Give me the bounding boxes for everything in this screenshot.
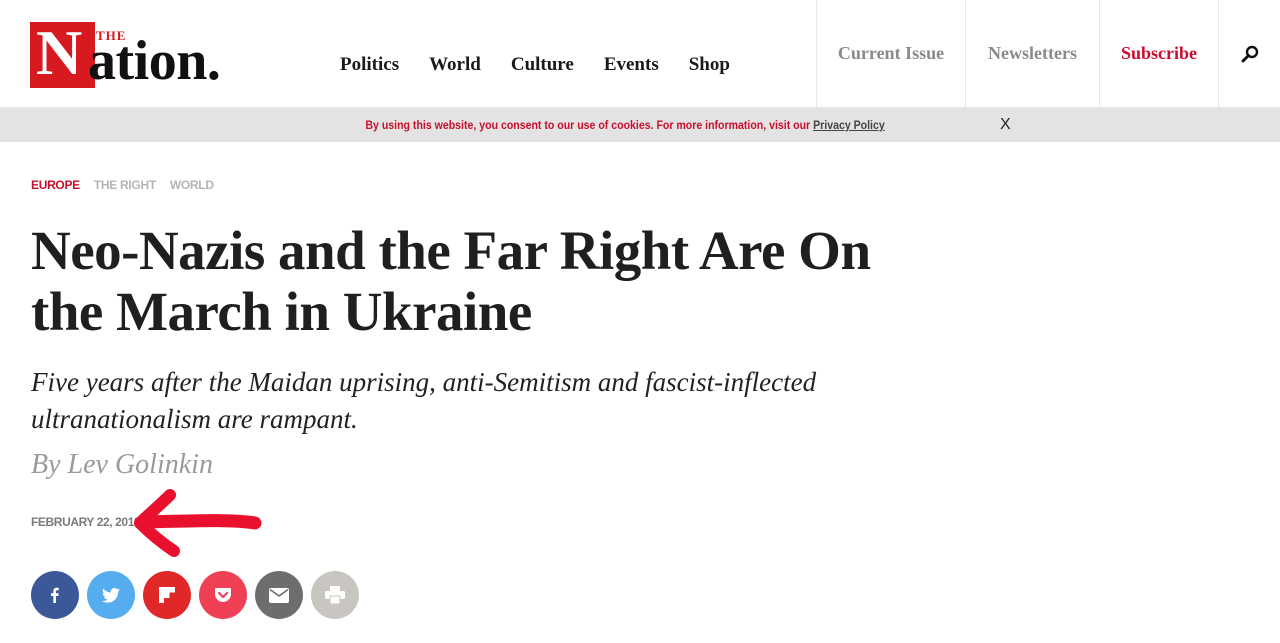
privacy-policy-link[interactable]: Privacy Policy bbox=[813, 118, 885, 132]
nav-politics[interactable]: Politics bbox=[340, 54, 399, 76]
the-nation-logo[interactable]: N THE ation. bbox=[30, 17, 255, 92]
twitter-icon bbox=[102, 587, 120, 603]
print-button[interactable] bbox=[311, 571, 359, 619]
facebook-share-button[interactable] bbox=[31, 571, 79, 619]
site-header: N THE ation. Politics World Culture Even… bbox=[0, 0, 1280, 108]
article-date: FEBRUARY 22, 2019 bbox=[31, 515, 141, 529]
search-button[interactable] bbox=[1218, 0, 1280, 107]
nav-shop[interactable]: Shop bbox=[689, 54, 730, 76]
logo-n: N bbox=[36, 17, 83, 88]
twitter-share-button[interactable] bbox=[87, 571, 135, 619]
email-icon bbox=[269, 587, 289, 603]
print-icon bbox=[325, 586, 345, 604]
subscribe-link[interactable]: Subscribe bbox=[1099, 0, 1218, 107]
article-title: Neo-Nazis and the Far Right Are On the M… bbox=[31, 220, 871, 342]
newsletters-link[interactable]: Newsletters bbox=[965, 0, 1099, 107]
article-subtitle: Five years after the Maidan uprising, an… bbox=[31, 367, 817, 434]
facebook-icon bbox=[51, 587, 59, 603]
tag-world[interactable]: WORLD bbox=[170, 178, 214, 192]
email-share-button[interactable] bbox=[255, 571, 303, 619]
utility-nav: Current Issue Newsletters Subscribe bbox=[816, 0, 1280, 107]
cookie-text: By using this website, you consent to ou… bbox=[365, 118, 811, 132]
flipboard-icon bbox=[159, 587, 175, 603]
nav-events[interactable]: Events bbox=[604, 54, 659, 76]
tag-europe[interactable]: EUROPE bbox=[31, 178, 80, 192]
cookie-consent-bar: By using this website, you consent to ou… bbox=[0, 108, 1280, 142]
pocket-share-button[interactable] bbox=[199, 571, 247, 619]
flipboard-share-button[interactable] bbox=[143, 571, 191, 619]
nav-culture[interactable]: Culture bbox=[511, 54, 574, 76]
article-tags: EUROPE THE RIGHT WORLD bbox=[31, 178, 214, 192]
cookie-close-button[interactable]: X bbox=[1000, 116, 1011, 134]
share-bar bbox=[31, 571, 359, 619]
pocket-icon bbox=[215, 588, 231, 602]
main-nav: Politics World Culture Events Shop bbox=[340, 54, 730, 76]
nav-world[interactable]: World bbox=[429, 54, 481, 76]
current-issue-link[interactable]: Current Issue bbox=[816, 0, 965, 107]
logo-wordmark: ation. bbox=[88, 30, 221, 92]
logo-red-box: N bbox=[30, 17, 95, 88]
tag-the-right[interactable]: THE RIGHT bbox=[94, 178, 156, 192]
cookie-message: By using this website, you consent to ou… bbox=[50, 118, 1200, 132]
article-byline[interactable]: By Lev Golinkin bbox=[31, 449, 213, 481]
annotation-arrow bbox=[134, 489, 262, 557]
search-icon bbox=[1241, 45, 1259, 62]
